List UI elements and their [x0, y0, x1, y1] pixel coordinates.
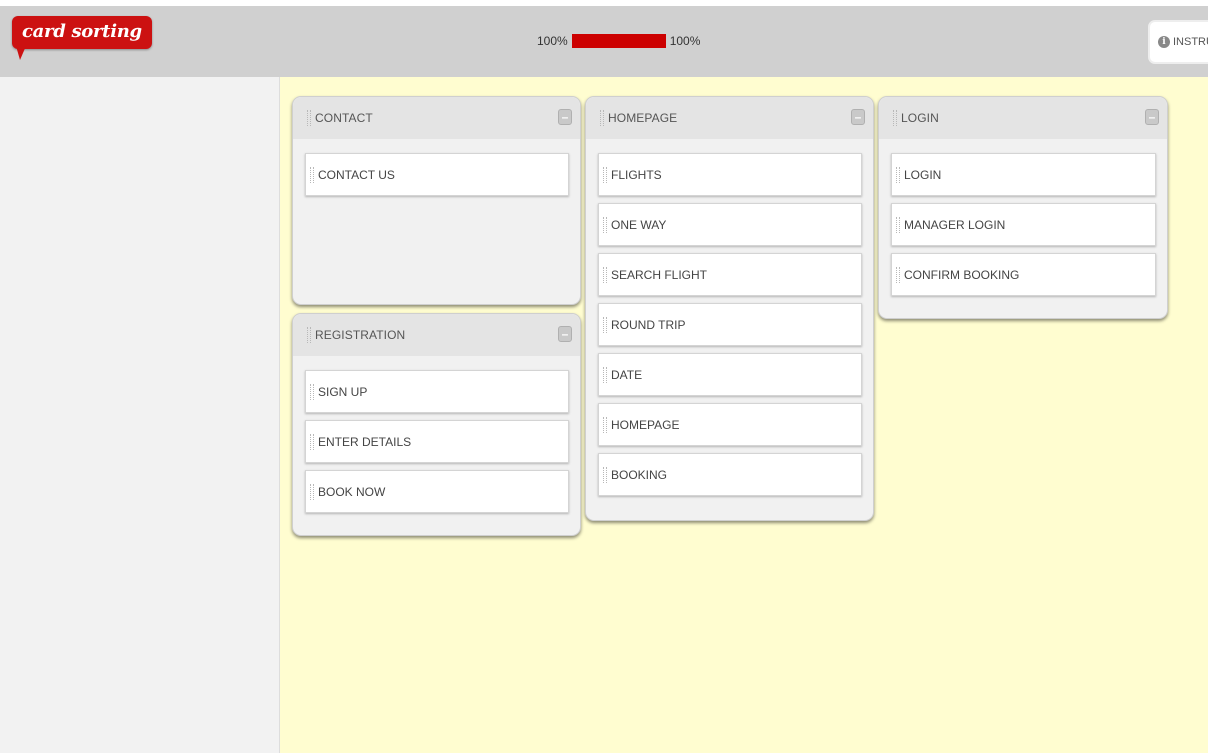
card-label: MANAGER LOGIN: [904, 217, 1006, 232]
info-icon: i: [1158, 36, 1170, 48]
category-group-login[interactable]: LOGIN – LOGIN MANAGER LOGIN CONFIRM BOOK…: [878, 96, 1168, 319]
card-label: CONTACT US: [318, 167, 395, 182]
card[interactable]: BOOKING: [598, 453, 862, 496]
card[interactable]: ROUND TRIP: [598, 303, 862, 346]
progress-bar: [571, 34, 666, 48]
progress-indicator: 100% 100%: [537, 33, 700, 49]
logo-text: card sorting: [22, 21, 142, 42]
instructions-label: INSTRU: [1173, 36, 1208, 48]
progress-right-label: 100%: [669, 34, 701, 48]
drag-handle-icon[interactable]: [896, 266, 900, 283]
card-label: HOMEPAGE: [611, 417, 680, 432]
collapse-icon[interactable]: –: [1145, 109, 1159, 125]
card-label: SIGN UP: [318, 384, 368, 399]
drag-handle-icon[interactable]: [600, 110, 604, 126]
category-group-homepage[interactable]: HOMEPAGE – FLIGHTS ONE WAY SEARCH FLIGHT…: [585, 96, 874, 521]
drag-handle-icon[interactable]: [310, 166, 314, 183]
card-label: ONE WAY: [611, 217, 667, 232]
category-header[interactable]: HOMEPAGE –: [586, 97, 873, 139]
card-label: CONFIRM BOOKING: [904, 267, 1020, 282]
unsorted-cards-panel: [0, 77, 280, 753]
collapse-icon[interactable]: –: [558, 109, 572, 125]
card-label: BOOK NOW: [318, 484, 386, 499]
category-group-contact[interactable]: CONTACT – CONTACT US: [292, 96, 581, 305]
drag-handle-icon[interactable]: [893, 110, 897, 126]
card-label: LOGIN: [904, 167, 942, 182]
drag-handle-icon[interactable]: [603, 266, 607, 283]
card[interactable]: ENTER DETAILS: [305, 420, 569, 463]
drag-handle-icon[interactable]: [310, 483, 314, 500]
progress-left-label: 100%: [537, 34, 568, 48]
top-header: card sorting 100% 100% i INSTRU: [0, 6, 1208, 77]
card[interactable]: BOOK NOW: [305, 470, 569, 513]
card-label: SEARCH FLIGHT: [611, 267, 708, 282]
card[interactable]: ONE WAY: [598, 203, 862, 246]
card[interactable]: SIGN UP: [305, 370, 569, 413]
drag-handle-icon[interactable]: [310, 383, 314, 400]
card[interactable]: MANAGER LOGIN: [891, 203, 1156, 246]
logo-speech-tail: [16, 46, 26, 60]
category-group-registration[interactable]: REGISTRATION – SIGN UP ENTER DETAILS BOO…: [292, 313, 581, 536]
drag-handle-icon[interactable]: [307, 110, 311, 126]
card[interactable]: LOGIN: [891, 153, 1156, 196]
card-sorting-logo: card sorting: [12, 16, 152, 49]
collapse-icon[interactable]: –: [851, 109, 865, 125]
drag-handle-icon[interactable]: [307, 327, 311, 343]
category-header[interactable]: LOGIN –: [879, 97, 1167, 139]
category-header[interactable]: REGISTRATION –: [293, 314, 580, 356]
drag-handle-icon[interactable]: [603, 166, 607, 183]
category-title[interactable]: REGISTRATION: [315, 328, 405, 342]
drag-handle-icon[interactable]: [603, 216, 607, 233]
card-label: ROUND TRIP: [611, 317, 686, 332]
category-title[interactable]: CONTACT: [315, 111, 373, 125]
card[interactable]: CONTACT US: [305, 153, 569, 196]
category-title[interactable]: HOMEPAGE: [608, 111, 677, 125]
card[interactable]: HOMEPAGE: [598, 403, 862, 446]
category-title[interactable]: LOGIN: [901, 111, 939, 125]
drag-handle-icon[interactable]: [310, 433, 314, 450]
card-label: DATE: [611, 367, 643, 382]
drag-handle-icon[interactable]: [603, 366, 607, 383]
card-label: BOOKING: [611, 467, 668, 482]
card[interactable]: DATE: [598, 353, 862, 396]
card[interactable]: FLIGHTS: [598, 153, 862, 196]
drag-handle-icon[interactable]: [603, 316, 607, 333]
drag-handle-icon[interactable]: [603, 416, 607, 433]
instructions-button[interactable]: i INSTRU: [1148, 20, 1208, 64]
progress-bar-fill: [571, 34, 666, 48]
drag-handle-icon[interactable]: [603, 466, 607, 483]
card-label: ENTER DETAILS: [318, 434, 412, 449]
card[interactable]: CONFIRM BOOKING: [891, 253, 1156, 296]
card-label: FLIGHTS: [611, 167, 662, 182]
drag-handle-icon[interactable]: [896, 216, 900, 233]
card[interactable]: SEARCH FLIGHT: [598, 253, 862, 296]
category-header[interactable]: CONTACT –: [293, 97, 580, 139]
drag-handle-icon[interactable]: [896, 166, 900, 183]
sorting-board: CONTACT – CONTACT US REGISTRATION – SIGN…: [280, 77, 1208, 753]
collapse-icon[interactable]: –: [558, 326, 572, 342]
